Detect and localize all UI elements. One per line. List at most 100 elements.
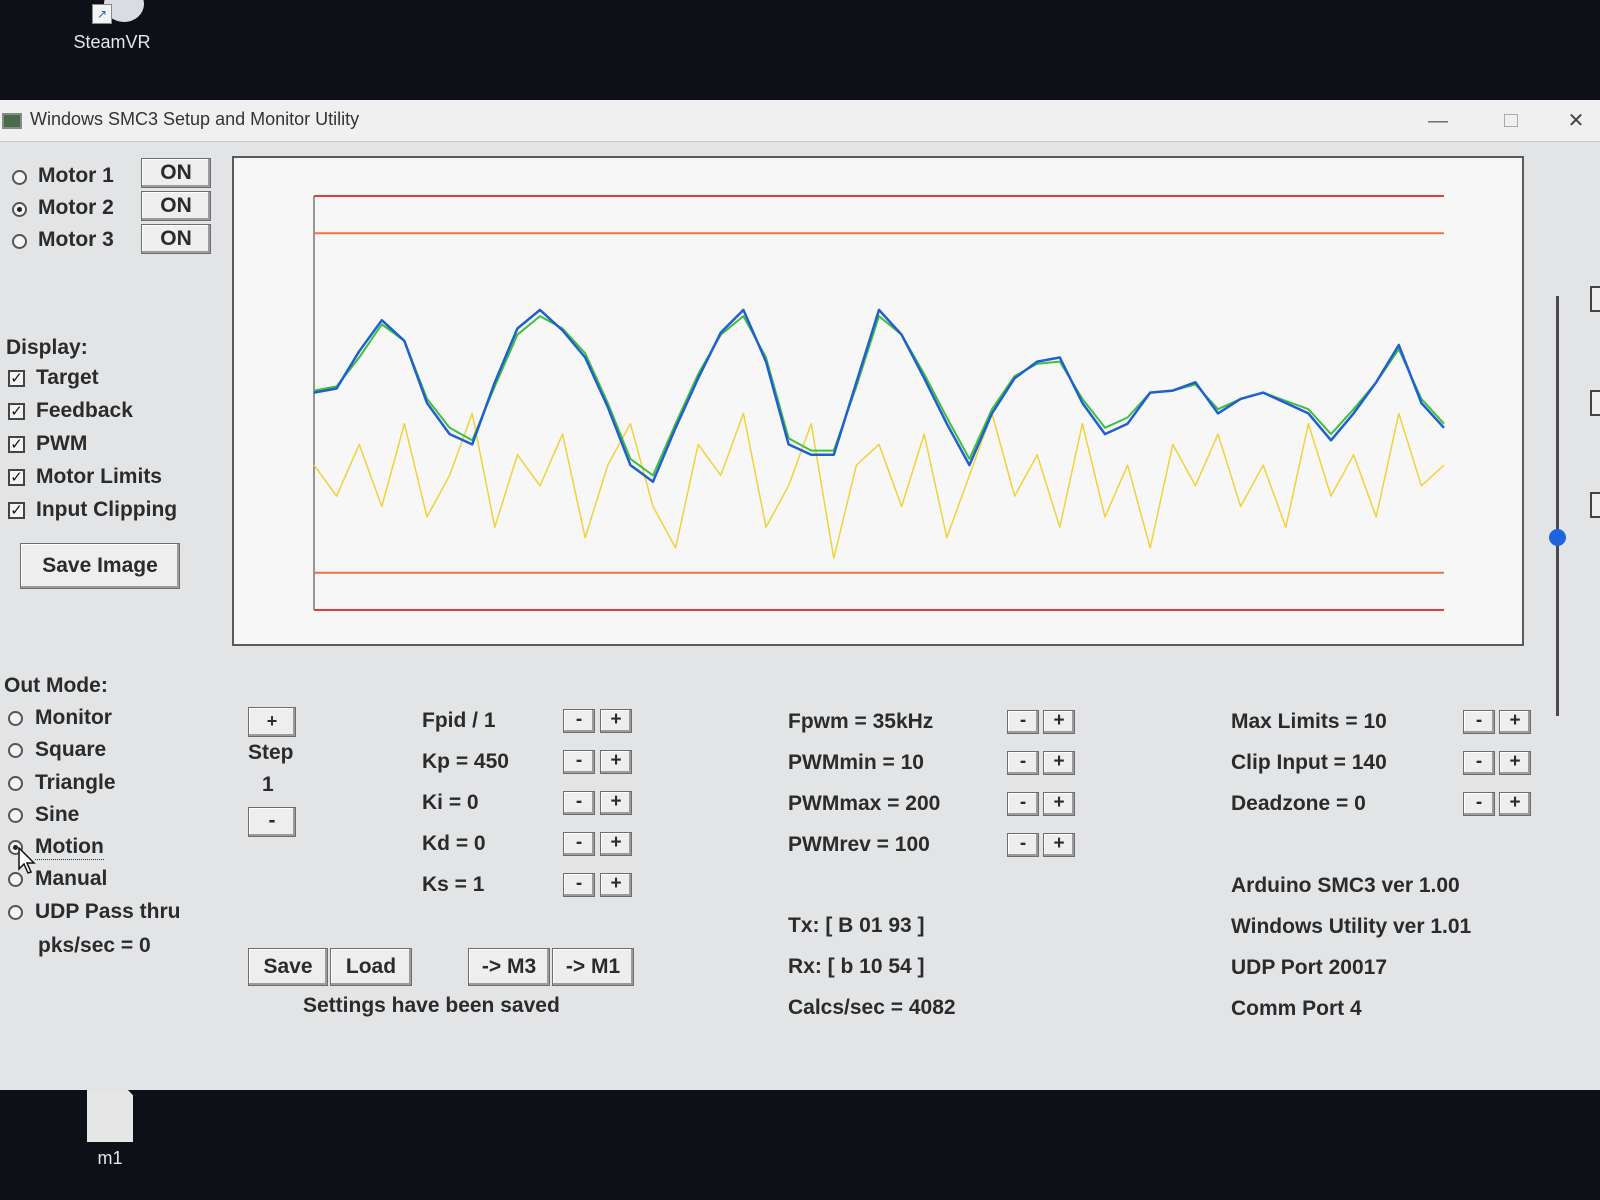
app-window: Windows SMC3 Setup and Monitor Utility —… (0, 100, 1600, 1090)
ks-minus-button[interactable]: - (563, 873, 595, 897)
utility-version: Windows Utility ver 1.01 (1231, 915, 1472, 938)
motor-1-on-button[interactable]: ON (141, 158, 211, 188)
pks-sec-readout: pks/sec = 0 (38, 934, 151, 957)
motor-3-on-button[interactable]: ON (141, 224, 211, 254)
kp-minus-button[interactable]: - (563, 750, 595, 774)
fpwm-plus-button[interactable]: + (1043, 710, 1075, 734)
ki-minus-button[interactable]: - (563, 791, 595, 815)
rx-readout: Rx: [ b 10 54 ] (788, 955, 925, 978)
step-label: Step (248, 741, 294, 764)
fpid-plus-button[interactable]: + (600, 709, 632, 733)
fpwm-minus-button[interactable]: - (1007, 710, 1039, 734)
mode-square-radio[interactable] (8, 743, 23, 758)
motor-limits-checkbox[interactable]: ✓ (8, 469, 25, 486)
mode-square-label: Square (35, 738, 107, 761)
pwmmin-minus-button[interactable]: - (1007, 751, 1039, 775)
edge-button-3[interactable] (1590, 492, 1600, 518)
arduino-version: Arduino SMC3 ver 1.00 (1231, 874, 1460, 897)
app-icon (2, 113, 22, 129)
mode-monitor-label: Monitor (35, 706, 112, 729)
mode-sine-label: Sine (35, 803, 80, 826)
m1-desktop-icon[interactable]: m1 (70, 1082, 150, 1169)
load-button[interactable]: Load (330, 948, 412, 986)
settings-status-message: Settings have been saved (303, 994, 560, 1017)
copy-to-m3-button[interactable]: -> M3 (468, 948, 550, 986)
motor-2-radio[interactable] (12, 202, 27, 217)
deadzone-minus-button[interactable]: - (1463, 792, 1495, 816)
copy-to-m1-button[interactable]: -> M1 (552, 948, 634, 986)
pwmmin-label: PWMmin = 10 (788, 751, 924, 774)
fpid-label: Fpid / 1 (422, 709, 496, 732)
pwm-checkbox[interactable]: ✓ (8, 436, 25, 453)
kd-label: Kd = 0 (422, 832, 486, 855)
udp-port: UDP Port 20017 (1231, 956, 1388, 979)
mode-sine-radio[interactable] (8, 808, 23, 823)
file-icon (87, 1082, 133, 1142)
plot-zoom-slider-thumb[interactable] (1549, 529, 1566, 546)
motor-1-label: Motor 1 (38, 164, 114, 187)
step-increase-button[interactable]: + (248, 707, 296, 737)
motor-limits-label: Motor Limits (36, 465, 162, 488)
fpid-minus-button[interactable]: - (563, 709, 595, 733)
monitor-plot (313, 195, 1445, 611)
kd-minus-button[interactable]: - (563, 832, 595, 856)
mode-monitor-radio[interactable] (8, 711, 23, 726)
step-value: 1 (262, 773, 274, 796)
steamvr-desktop-icon[interactable]: ↗ SteamVR (62, 0, 162, 53)
ki-plus-button[interactable]: + (600, 791, 632, 815)
minimize-icon: — (1428, 110, 1448, 132)
mode-triangle-radio[interactable] (8, 776, 23, 791)
pwm-series-line (313, 412, 1445, 560)
pwmmax-plus-button[interactable]: + (1043, 792, 1075, 816)
kp-plus-button[interactable]: + (600, 750, 632, 774)
window-title: Windows SMC3 Setup and Monitor Utility (30, 109, 360, 129)
steamvr-label: SteamVR (73, 32, 151, 52)
ks-label: Ks = 1 (422, 873, 485, 896)
input-clipping-checkbox[interactable]: ✓ (8, 502, 25, 519)
motor-3-label: Motor 3 (38, 228, 114, 251)
save-image-button[interactable]: Save Image (20, 543, 180, 589)
plot-zoom-slider[interactable] (1556, 296, 1559, 716)
motor-2-on-button[interactable]: ON (141, 191, 211, 221)
clip-input-minus-button[interactable]: - (1463, 751, 1495, 775)
maximize-button[interactable] (1488, 104, 1534, 138)
motor-3-radio[interactable] (12, 234, 27, 249)
feedback-label: Feedback (36, 399, 133, 422)
title-bar[interactable]: Windows SMC3 Setup and Monitor Utility —… (0, 100, 1600, 142)
motor-1-radio[interactable] (12, 170, 27, 185)
pwmmin-plus-button[interactable]: + (1043, 751, 1075, 775)
mode-motion-label: Motion (35, 835, 104, 860)
save-button[interactable]: Save (248, 948, 328, 986)
mode-triangle-label: Triangle (35, 771, 116, 794)
mouse-cursor-icon (18, 847, 36, 874)
mode-udp-radio[interactable] (8, 905, 23, 920)
m1-label: m1 (97, 1148, 123, 1168)
pwmrev-label: PWMrev = 100 (788, 833, 930, 856)
minimize-button[interactable]: — (1415, 104, 1461, 138)
pwmrev-minus-button[interactable]: - (1007, 833, 1039, 857)
mode-manual-label: Manual (35, 867, 108, 890)
mode-udp-label: UDP Pass thru (35, 900, 181, 923)
close-button[interactable]: ✕ (1553, 104, 1599, 138)
pwmmax-minus-button[interactable]: - (1007, 792, 1039, 816)
feedback-checkbox[interactable]: ✓ (8, 403, 25, 420)
ks-plus-button[interactable]: + (600, 873, 632, 897)
kd-plus-button[interactable]: + (600, 832, 632, 856)
target-series-line (313, 315, 1445, 477)
clip-input-plus-button[interactable]: + (1499, 751, 1531, 775)
max-limits-label: Max Limits = 10 (1231, 710, 1387, 733)
deadzone-plus-button[interactable]: + (1499, 792, 1531, 816)
max-limits-plus-button[interactable]: + (1499, 710, 1531, 734)
pwmrev-plus-button[interactable]: + (1043, 833, 1075, 857)
calcs-readout: Calcs/sec = 4082 (788, 996, 956, 1019)
edge-button-1[interactable] (1590, 286, 1600, 312)
motor-2-label: Motor 2 (38, 196, 114, 219)
out-mode-heading: Out Mode: (4, 674, 108, 697)
edge-button-2[interactable] (1590, 390, 1600, 416)
max-limits-minus-button[interactable]: - (1463, 710, 1495, 734)
step-decrease-button[interactable]: - (248, 807, 296, 837)
close-icon: ✕ (1567, 110, 1585, 132)
ki-label: Ki = 0 (422, 791, 479, 814)
target-checkbox[interactable]: ✓ (8, 370, 25, 387)
fpwm-label: Fpwm = 35kHz (788, 710, 934, 733)
